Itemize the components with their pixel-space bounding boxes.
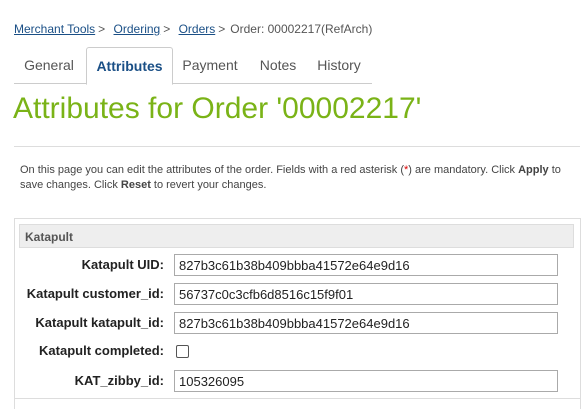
kat-zibby-id-input[interactable]: [174, 370, 558, 392]
divider: [15, 398, 580, 399]
field-label: Katapult UID:: [81, 257, 164, 272]
tab-attributes[interactable]: Attributes: [86, 47, 173, 85]
desc-text: On this page you can edit the attributes…: [20, 164, 404, 176]
field-row: Katapult katapult_id:: [15, 312, 580, 334]
breadcrumb-orders[interactable]: Orders: [179, 22, 216, 36]
tab-bar: General Attributes Payment Notes History: [14, 47, 372, 85]
breadcrumb-separator: >: [163, 22, 171, 36]
tab-history[interactable]: History: [310, 47, 368, 83]
field-row: Katapult completed:: [15, 340, 580, 362]
desc-text: ) are mandatory. Click: [408, 164, 519, 176]
breadcrumb-ordering[interactable]: Ordering: [114, 22, 161, 36]
field-label: KAT_zibby_id:: [74, 373, 164, 388]
katapult-uid-input[interactable]: [174, 254, 558, 276]
breadcrumb-current: Order: 00002217(RefArch): [230, 22, 373, 36]
desc-apply: Apply: [518, 164, 549, 176]
breadcrumb-separator: >: [218, 22, 226, 36]
desc-reset: Reset: [120, 179, 151, 191]
tab-general[interactable]: General: [14, 47, 84, 83]
field-label: Katapult completed:: [39, 343, 164, 358]
katapult-customer-id-input[interactable]: [174, 283, 558, 305]
attribute-group-katapult: Katapult Katapult UID: Katapult customer…: [14, 218, 581, 409]
field-row: Katapult UID:: [15, 254, 580, 276]
tab-notes[interactable]: Notes: [249, 47, 307, 83]
tab-payment[interactable]: Payment: [174, 47, 246, 83]
breadcrumb-separator: >: [98, 22, 106, 36]
group-title: Katapult: [19, 224, 574, 248]
breadcrumb: Merchant Tools > Ordering > Orders > Order: …: [14, 22, 372, 36]
page-title: Attributes for Order '00002217': [13, 92, 422, 125]
field-label: Katapult customer_id:: [26, 286, 164, 301]
field-row: Katapult customer_id:: [15, 283, 580, 305]
divider: [14, 146, 580, 147]
page-description: On this page you can edit the attributes…: [20, 163, 570, 193]
field-label: Katapult katapult_id:: [35, 315, 164, 330]
field-row: KAT_zibby_id:: [15, 370, 580, 392]
katapult-completed-checkbox[interactable]: [176, 345, 189, 358]
desc-text: to revert your changes.: [150, 179, 267, 191]
breadcrumb-merchant-tools[interactable]: Merchant Tools: [14, 22, 95, 36]
katapult-katapult-id-input[interactable]: [174, 312, 558, 334]
